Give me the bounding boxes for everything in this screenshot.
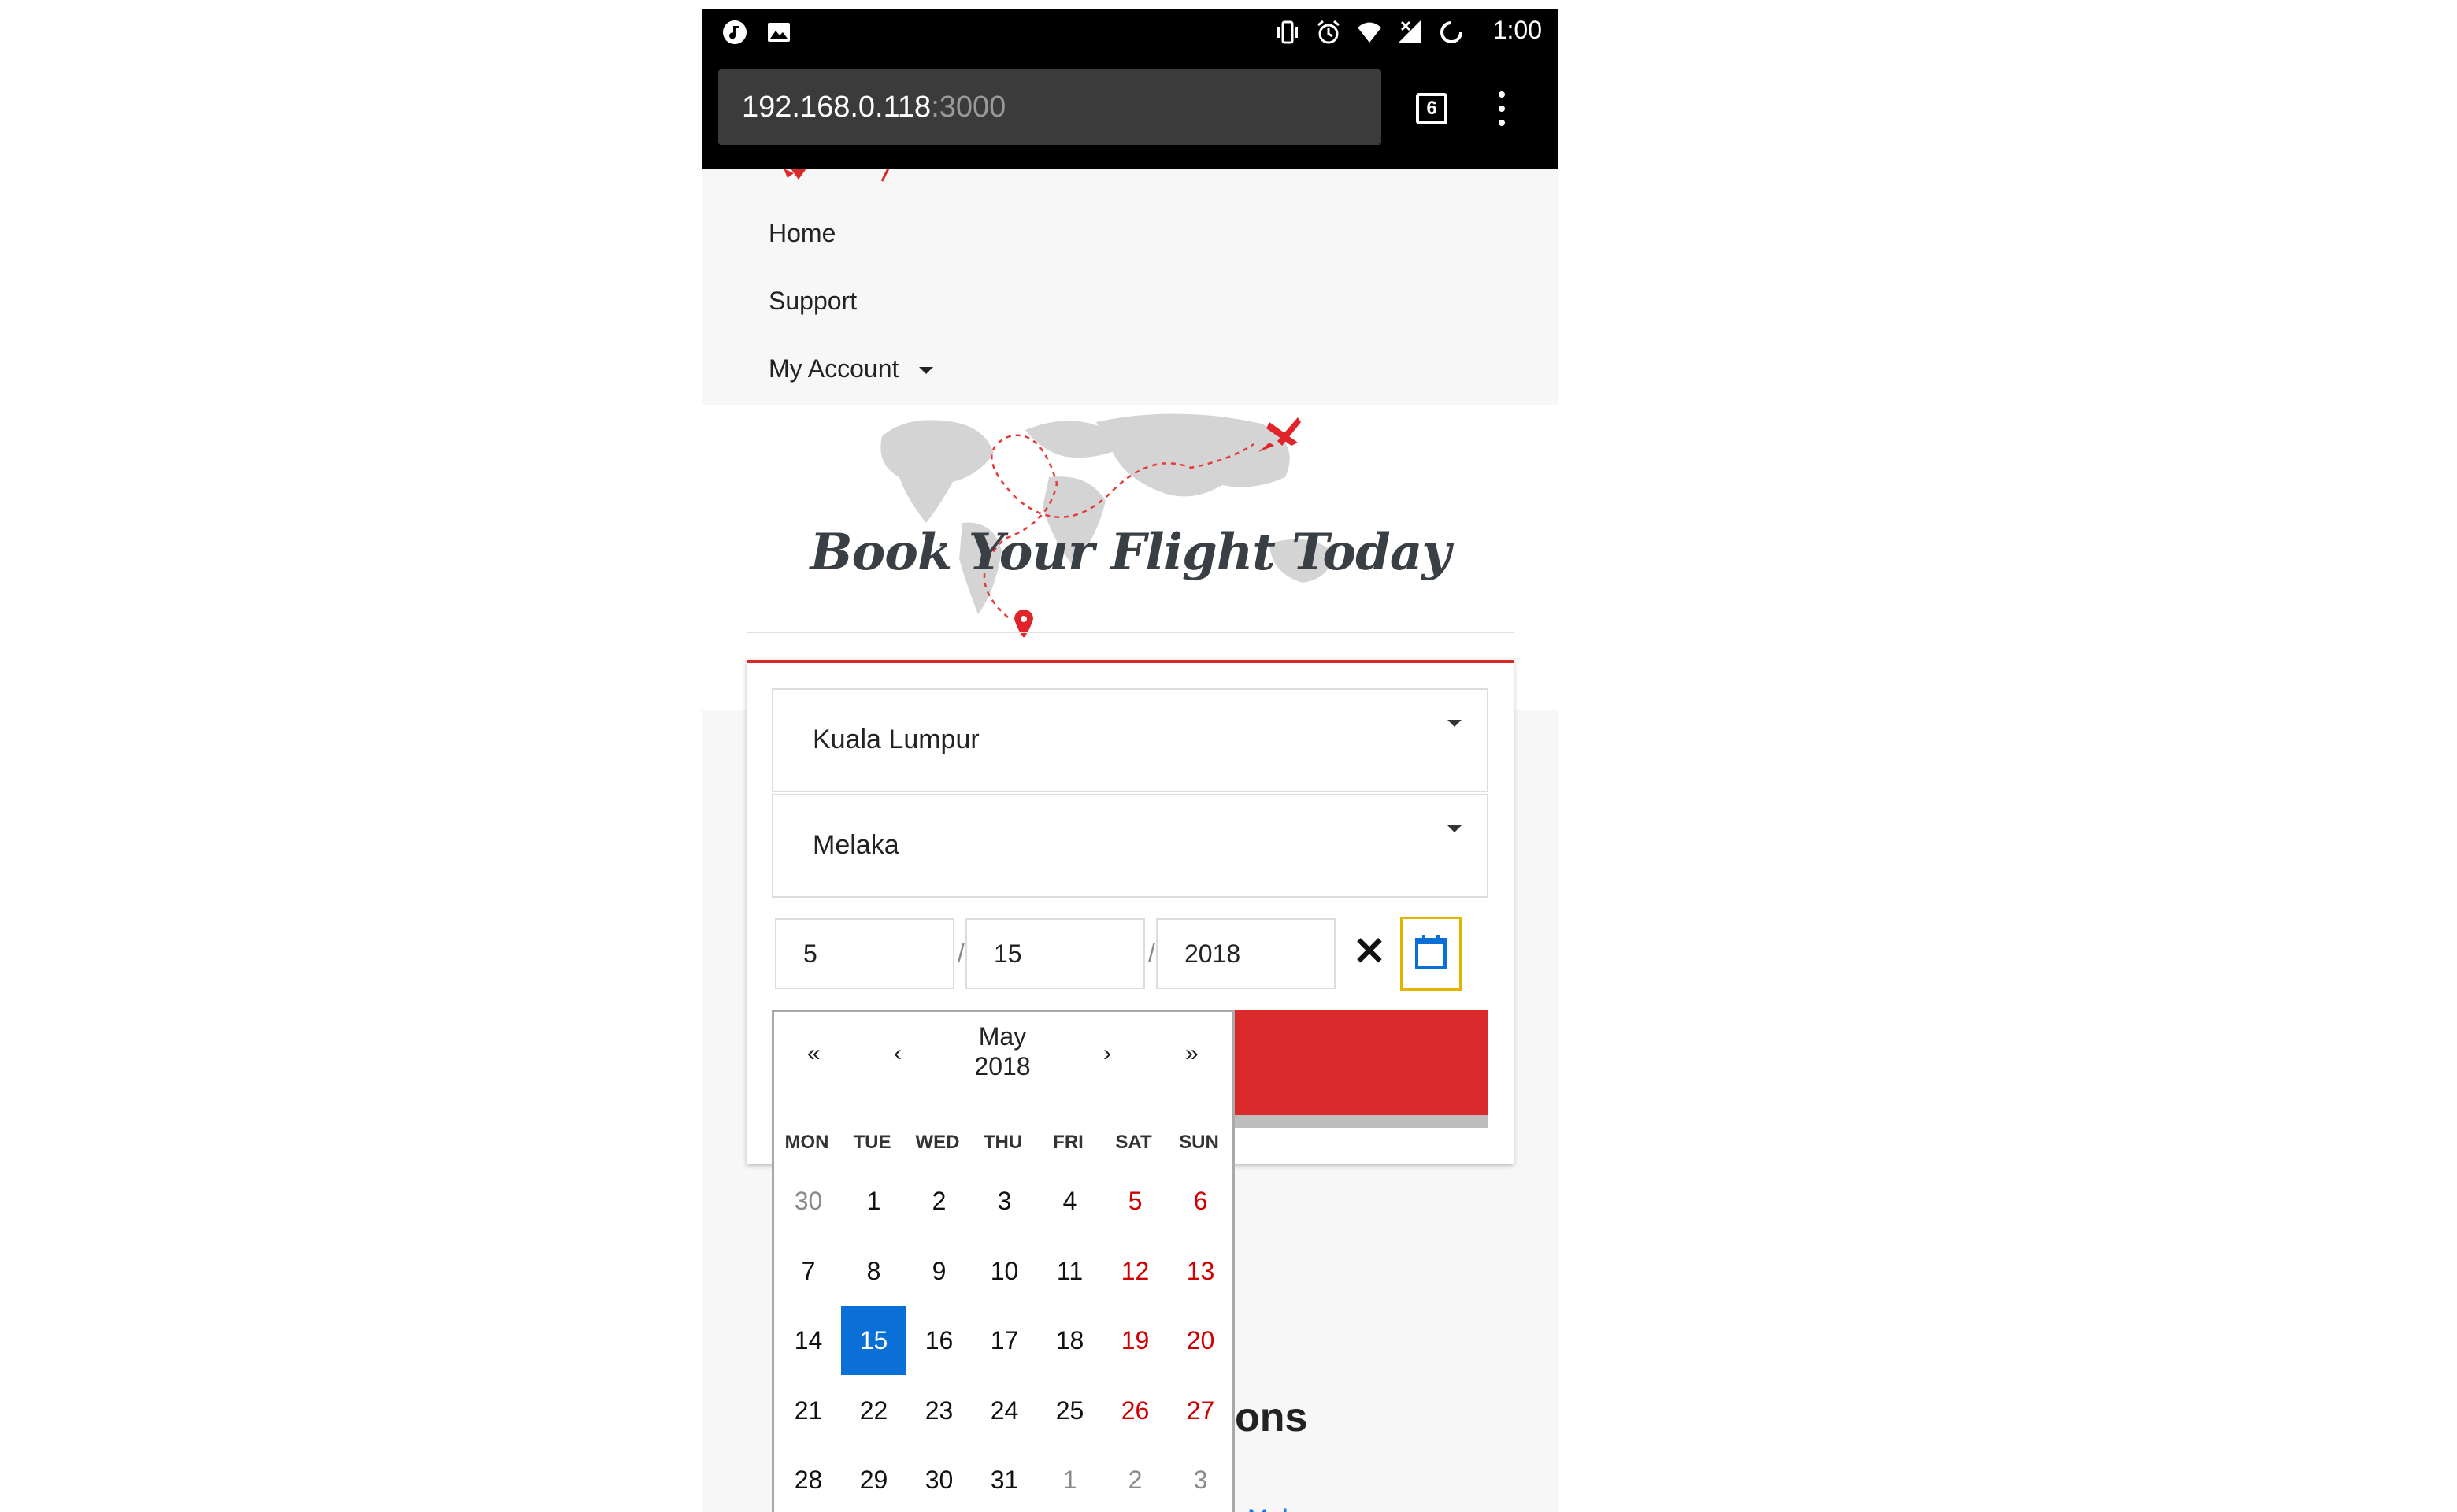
vibrate-icon (1277, 20, 1298, 44)
weekday-label: THU (983, 1132, 1023, 1153)
calendar-day[interactable]: 10 (972, 1236, 1037, 1306)
nav-menu: Home Support My Account (702, 169, 1558, 405)
calendar-day[interactable]: 13 (1168, 1236, 1233, 1306)
calendar-day[interactable]: 19 (1102, 1306, 1168, 1375)
nav-item-home[interactable]: Home (769, 219, 836, 248)
calendar-day[interactable]: 21 (776, 1376, 841, 1445)
destination-link[interactable]: Mal... (1247, 1504, 1309, 1512)
date-separator: / (958, 939, 965, 967)
weekday-label: SUN (1179, 1132, 1219, 1153)
calendar-day[interactable]: 12 (1102, 1236, 1168, 1306)
music-notification-icon (723, 20, 747, 44)
hero-title: Book Your Flight Today (810, 523, 1451, 582)
calendar-popup: « ‹ May 2018 › » MON TUE WED THU FRI SAT… (772, 1010, 1235, 1512)
calendar-day[interactable]: 2 (1102, 1445, 1168, 1512)
prev-year-button[interactable]: « (807, 1040, 821, 1067)
calendar-day[interactable]: 27 (1168, 1376, 1233, 1445)
date-month-input[interactable]: 5 (775, 918, 954, 989)
calendar-day[interactable]: 14 (776, 1306, 841, 1375)
loading-icon (1440, 21, 1462, 43)
calendar-day[interactable]: 1 (1037, 1445, 1102, 1512)
phone-screen: 1:00 192.168.0.118:3000 6 Home Support M… (702, 9, 1558, 1512)
status-time: 1:00 (1492, 16, 1542, 44)
weekday-label: MON (784, 1132, 829, 1153)
browser-toolbar: 192.168.0.118:3000 6 (702, 55, 1558, 169)
calendar-day[interactable]: 28 (776, 1445, 841, 1512)
calendar-day[interactable]: 9 (906, 1236, 972, 1306)
date-day-input[interactable]: 15 (965, 918, 1145, 989)
calendar-day[interactable]: 31 (972, 1445, 1037, 1512)
clear-date-button[interactable]: ✕ (1353, 928, 1386, 975)
calendar-day[interactable]: 24 (972, 1376, 1037, 1445)
calendar-day[interactable]: 7 (776, 1236, 841, 1306)
calendar-day[interactable]: 20 (1168, 1306, 1233, 1375)
calendar-day[interactable]: 16 (906, 1306, 972, 1375)
url-host: 192.168.0.118 (742, 91, 932, 124)
divider (747, 632, 1514, 633)
calendar-day[interactable]: 30 (906, 1445, 972, 1512)
calendar-day[interactable]: 3 (1168, 1445, 1233, 1512)
wifi-icon (1358, 22, 1381, 43)
calendar-day[interactable]: 18 (1037, 1306, 1102, 1375)
origin-select[interactable]: Kuala Lumpur (772, 688, 1488, 792)
nav-item-label: My Account (769, 354, 899, 383)
calendar-button[interactable] (1400, 917, 1462, 991)
next-month-button[interactable]: › (1103, 1040, 1111, 1067)
calendar-day[interactable]: 11 (1037, 1236, 1102, 1306)
destination-value: Melaka (813, 830, 899, 860)
logo-icon (784, 169, 890, 182)
calendar-day[interactable]: 17 (972, 1306, 1037, 1375)
weekday-label: WED (915, 1132, 960, 1153)
calendar-day[interactable]: 29 (841, 1445, 906, 1512)
next-year-button[interactable]: » (1185, 1040, 1199, 1067)
url-field[interactable]: 192.168.0.118:3000 (718, 69, 1381, 145)
calendar-day[interactable]: 5 (1102, 1166, 1168, 1236)
weekday-label: SAT (1115, 1132, 1152, 1153)
calendar-day[interactable]: 23 (906, 1376, 972, 1445)
caret-down-icon (1447, 825, 1462, 832)
caret-down-icon (1447, 720, 1462, 727)
signal-icon (1399, 20, 1421, 43)
calendar-day[interactable]: 4 (1037, 1166, 1102, 1236)
calendar-day[interactable]: 26 (1102, 1376, 1168, 1445)
calendar-day[interactable]: 6 (1168, 1166, 1233, 1236)
calendar-day[interactable]: 30 (776, 1166, 841, 1236)
overflow-menu-icon[interactable] (1490, 88, 1514, 129)
calendar-month: May (978, 1022, 1027, 1051)
calendar-day[interactable]: 1 (841, 1166, 906, 1236)
date-year-input[interactable]: 2018 (1156, 918, 1336, 989)
weekday-label: FRI (1053, 1132, 1084, 1153)
calendar-day[interactable]: 25 (1037, 1376, 1102, 1445)
prev-month-button[interactable]: ‹ (894, 1040, 902, 1067)
calendar-month-label[interactable]: May 2018 (947, 1021, 1058, 1081)
calendar-day-selected[interactable]: 15 (841, 1306, 906, 1375)
tabs-button[interactable]: 6 (1416, 93, 1447, 124)
calendar-day[interactable]: 3 (972, 1166, 1037, 1236)
origin-value: Kuala Lumpur (813, 724, 980, 754)
nav-item-support[interactable]: Support (769, 287, 857, 316)
calendar-day[interactable]: 2 (906, 1166, 972, 1236)
weekday-label: TUE (853, 1132, 891, 1153)
destination-select[interactable]: Melaka (772, 794, 1488, 898)
calendar-day[interactable]: 8 (841, 1236, 906, 1306)
url-port: :3000 (931, 91, 1006, 124)
image-notification-icon (768, 23, 790, 42)
calendar-weekdays: MON TUE WED THU FRI SAT SUN (774, 1132, 1237, 1163)
status-bar: 1:00 (702, 9, 1558, 55)
nav-item-my-account[interactable]: My Account (769, 354, 934, 384)
alarm-icon (1317, 20, 1340, 44)
calendar-year: 2018 (974, 1052, 1031, 1080)
calendar-icon (1415, 935, 1447, 969)
date-separator: / (1148, 939, 1155, 967)
caret-down-icon (919, 367, 934, 375)
calendar-day[interactable]: 22 (841, 1376, 906, 1445)
section-heading: ons (1235, 1395, 1308, 1440)
